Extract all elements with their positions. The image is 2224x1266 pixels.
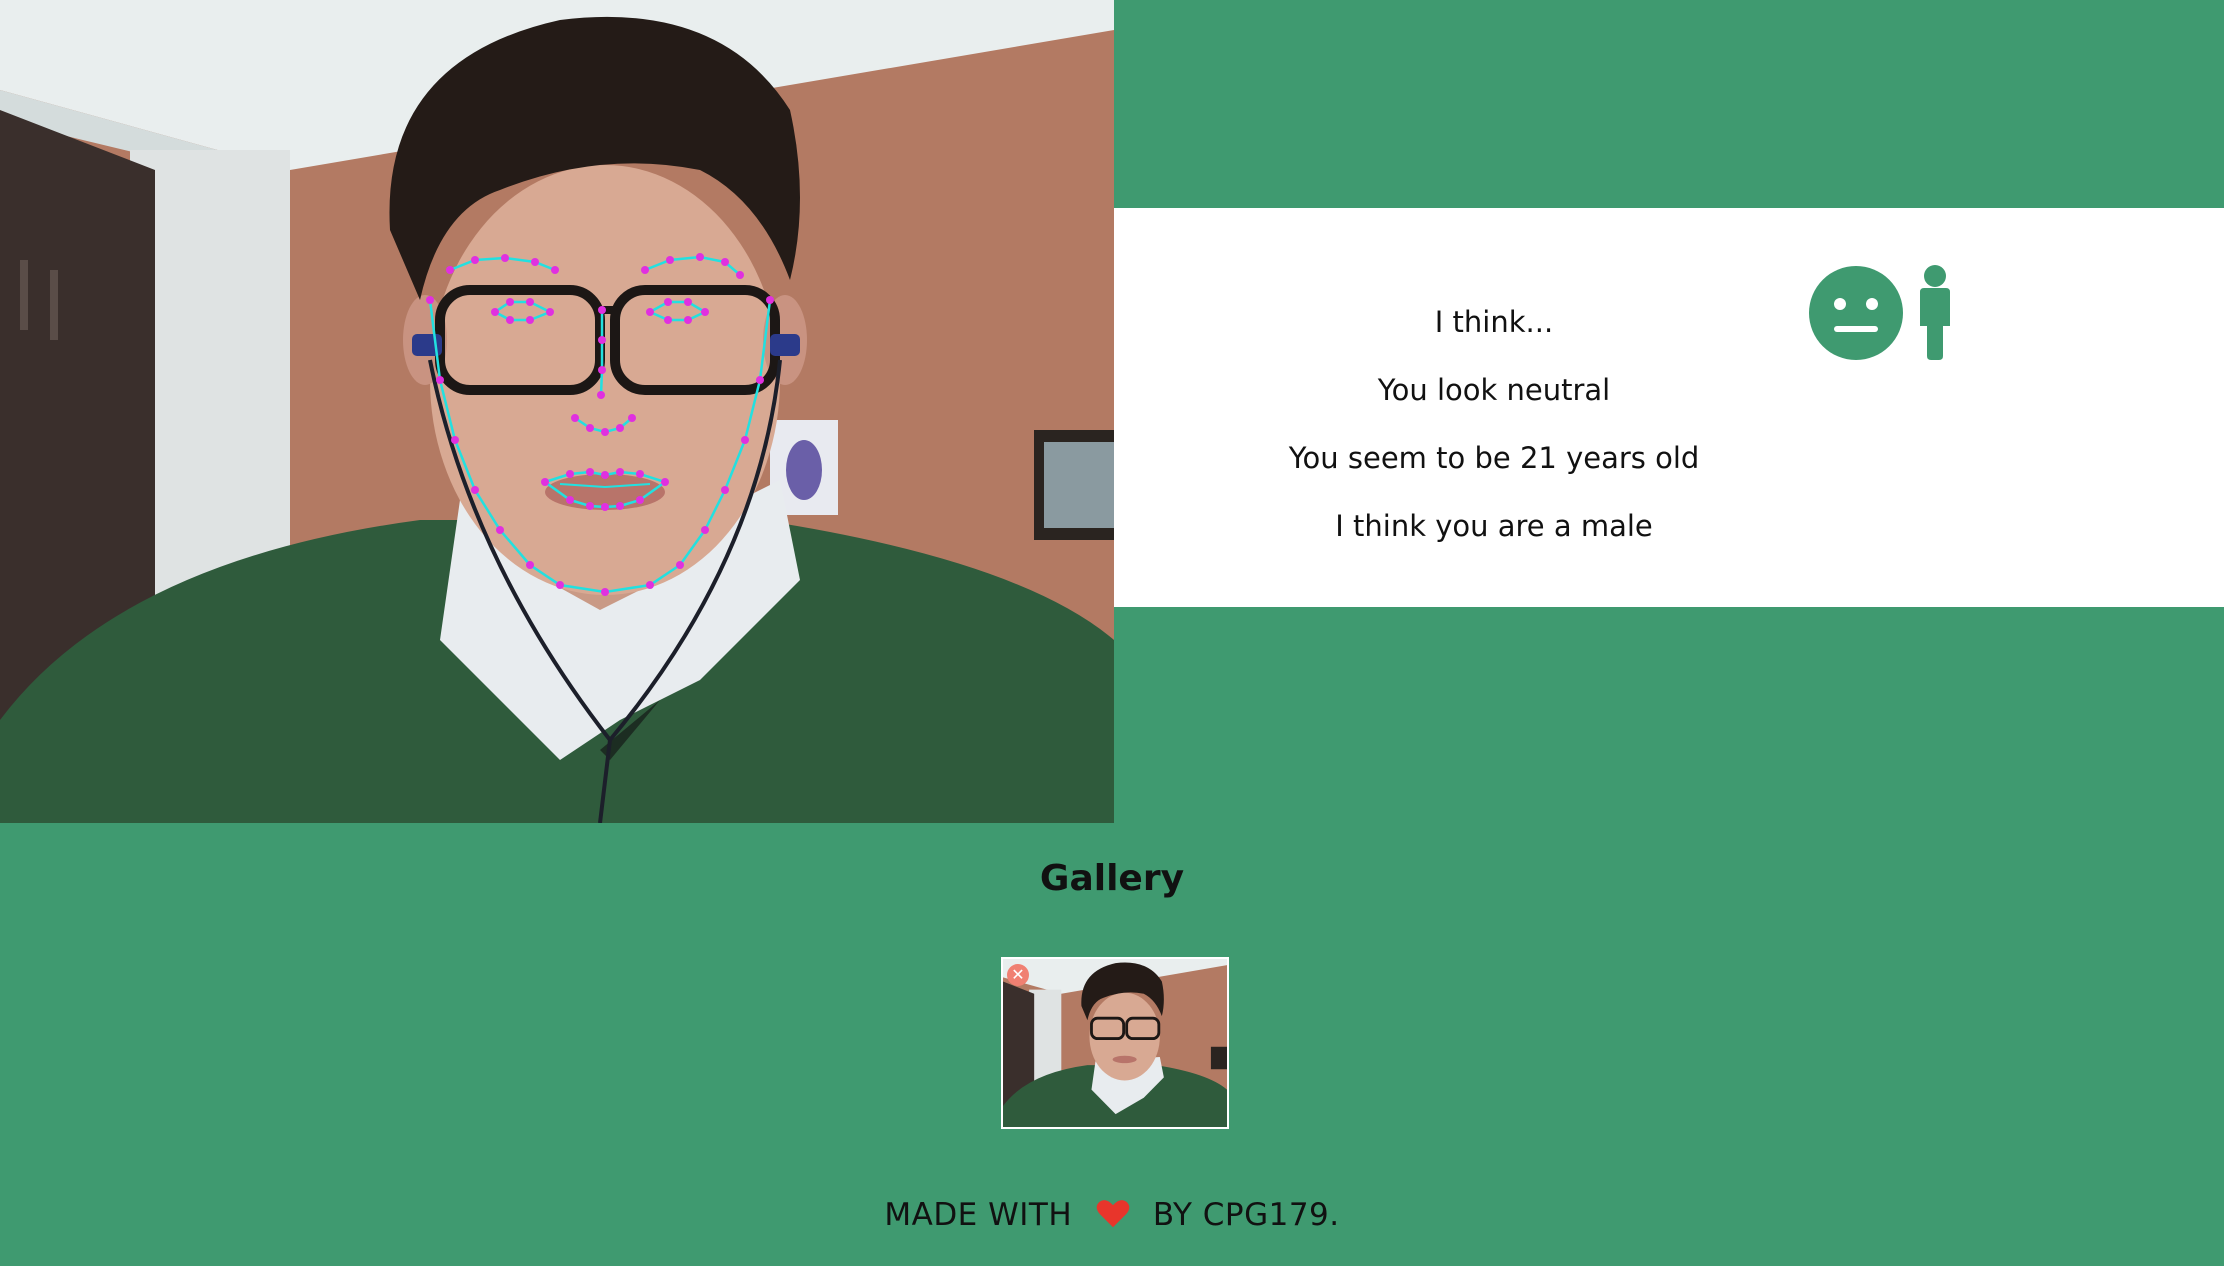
prediction-icons (1808, 256, 1988, 366)
male-person-icon (1920, 265, 1950, 360)
neutral-face-icon (1809, 266, 1903, 360)
footer-suffix: BY CPG179. (1152, 1197, 1340, 1233)
gallery-item[interactable]: ✕ (1001, 957, 1229, 1129)
gender-prediction: I think you are a male (1335, 509, 1653, 543)
delete-icon[interactable]: ✕ (1007, 964, 1029, 986)
footer-prefix: MADE WITH (884, 1197, 1073, 1233)
prediction-intro: I think... (1434, 305, 1554, 339)
icons-svg (1809, 265, 1950, 360)
age-prediction: You seem to be 21 years old (1288, 441, 1700, 475)
heart-icon (1096, 1200, 1129, 1228)
webcam-image (0, 0, 1114, 823)
gallery-thumbnail-image (1003, 959, 1227, 1127)
prediction-panel: I think... You look neutral You seem to … (1114, 208, 2224, 607)
emotion-prediction: You look neutral (1377, 373, 1611, 407)
prediction-text: I think... You look neutral You seem to … (1114, 208, 1874, 607)
footer-credit: MADE WITH BY CPG179. (0, 1197, 2224, 1233)
gallery-title: Gallery (1039, 858, 1185, 899)
webcam-feed (0, 0, 1114, 823)
